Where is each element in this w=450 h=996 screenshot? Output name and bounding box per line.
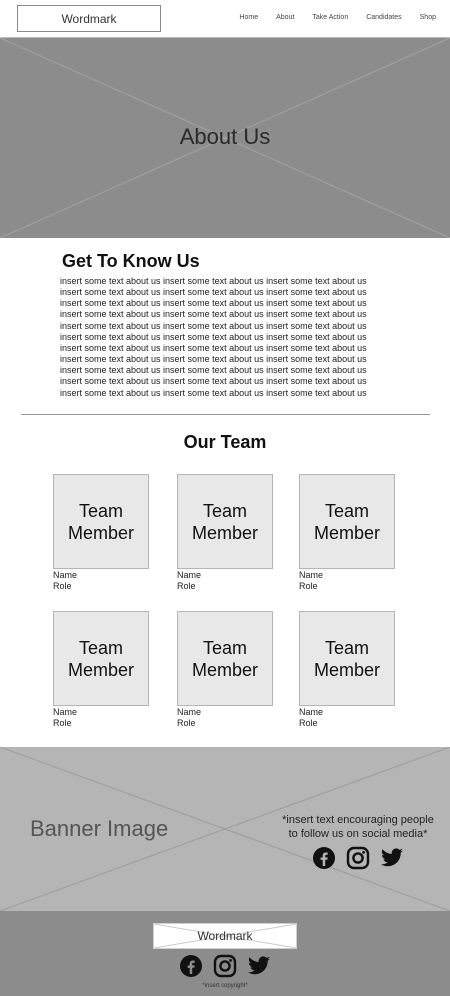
banner-image-placeholder: Banner Image *insert text encouraging pe…: [0, 747, 450, 911]
nav-candidates-link[interactable]: Candidates: [366, 12, 401, 24]
social-cta-line: to follow us on social media*: [288, 828, 428, 840]
about-heading: Get To Know Us: [62, 251, 200, 271]
facebook-icon[interactable]: [312, 846, 336, 870]
team-member-photo[interactable]: Team Member: [299, 611, 395, 706]
member-role: Role: [53, 718, 72, 728]
member-name: Name: [53, 707, 78, 717]
member-role: Role: [299, 581, 318, 591]
member-name: Name: [299, 570, 324, 580]
member-role: Role: [177, 581, 196, 591]
team-member-photo[interactable]: Team Member: [299, 474, 395, 569]
footer-social-links: [179, 954, 271, 978]
nav-take-action-link[interactable]: Take Action: [312, 12, 348, 24]
member-name: Name: [177, 570, 202, 580]
card-text: Team: [324, 500, 369, 521]
card-text: Member: [191, 522, 258, 543]
about-text-line: insert some text about us insert some te…: [60, 320, 367, 331]
hero-title: About Us: [179, 124, 271, 149]
facebook-icon[interactable]: [179, 954, 203, 978]
about-text-line: insert some text about us insert some te…: [60, 287, 367, 298]
about-text-line: insert some text about us insert some te…: [60, 354, 367, 365]
nav-shop-link[interactable]: Shop: [420, 12, 436, 24]
card-text: Team: [78, 500, 123, 521]
site-footer: Wordmark *insert copyright*: [0, 911, 450, 996]
instagram-icon[interactable]: [213, 954, 237, 978]
footer-wordmark-text: Wordmark: [197, 929, 253, 943]
team-member: Team Member Name Role: [299, 474, 395, 592]
about-text-line: insert some text about us insert some te…: [60, 276, 367, 286]
team-member: Team Member Name Role: [177, 611, 273, 729]
team-member-photo[interactable]: Team Member: [53, 474, 149, 569]
about-text-line: insert some text about us insert some te…: [60, 365, 367, 376]
member-name: Name: [299, 707, 324, 717]
card-text: Team: [324, 637, 369, 658]
card-text: Member: [67, 659, 134, 680]
footer-wordmark-logo[interactable]: Wordmark: [153, 923, 297, 949]
about-text-line: insert some text about us insert some te…: [60, 331, 367, 342]
team-member: Team Member Name Role: [299, 611, 395, 729]
team-heading: Our Team: [183, 432, 267, 452]
about-paragraph: insert some text about us insert some te…: [60, 276, 390, 399]
card-text: Team: [78, 637, 123, 658]
card-text: Member: [191, 659, 258, 680]
member-role: Role: [177, 718, 196, 728]
team-member-photo[interactable]: Team Member: [177, 474, 273, 569]
instagram-icon[interactable]: [346, 846, 370, 870]
about-text-line: insert some text about us insert some te…: [60, 376, 367, 387]
card-text: Team: [202, 637, 247, 658]
nav-home-link[interactable]: Home: [239, 12, 258, 24]
team-member: Team Member Name Role: [177, 474, 273, 592]
social-cta-text: *insert text encouraging people to follo…: [272, 813, 444, 841]
header-wordmark-logo[interactable]: Wordmark: [17, 5, 161, 32]
member-role: Role: [53, 581, 72, 591]
team-member: Team Member Name Role: [53, 611, 149, 729]
twitter-icon[interactable]: [247, 954, 271, 978]
section-divider: [21, 414, 430, 415]
card-text: Member: [313, 659, 380, 680]
about-text-line: insert some text about us insert some te…: [60, 298, 367, 309]
social-cta-line: *insert text encouraging people: [282, 814, 434, 826]
card-text: Team: [202, 500, 247, 521]
twitter-icon[interactable]: [380, 846, 404, 870]
banner-title: Banner Image: [30, 816, 169, 841]
site-header: Wordmark Home About Take Action Candidat…: [0, 0, 450, 38]
team-member: Team Member Name Role: [53, 474, 149, 592]
about-text-line: insert some text about us insert some te…: [60, 387, 367, 398]
card-text: Member: [67, 522, 134, 543]
main-nav: Home About Take Action Candidates Shop: [221, 12, 436, 24]
footer-copyright: *insert copyright*: [202, 983, 248, 989]
member-role: Role: [299, 718, 318, 728]
hero-image-placeholder: About Us: [0, 38, 450, 238]
banner-social-links: [312, 846, 404, 870]
member-name: Name: [177, 707, 202, 717]
team-member-photo[interactable]: Team Member: [177, 611, 273, 706]
team-member-photo[interactable]: Team Member: [53, 611, 149, 706]
nav-about-link[interactable]: About: [276, 12, 294, 24]
member-name: Name: [53, 570, 78, 580]
wordmark-text: Wordmark: [61, 11, 117, 26]
about-text-line: insert some text about us insert some te…: [60, 309, 367, 320]
about-text-line: insert some text about us insert some te…: [60, 342, 367, 353]
card-text: Member: [313, 522, 380, 543]
